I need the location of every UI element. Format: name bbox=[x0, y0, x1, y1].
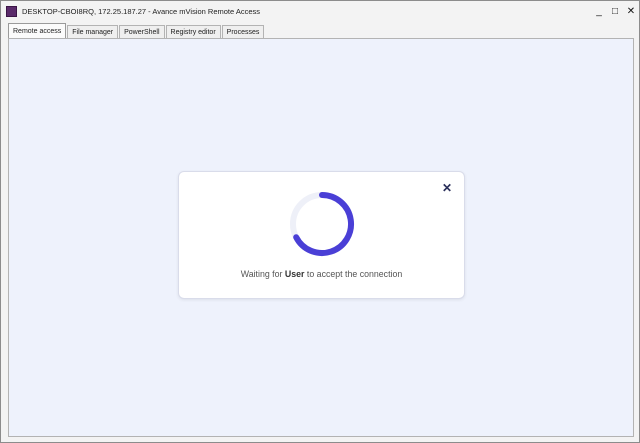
message-suffix: to accept the connection bbox=[304, 269, 403, 279]
message-prefix: Waiting for bbox=[240, 269, 285, 279]
loading-spinner-icon bbox=[290, 192, 354, 256]
maximize-button[interactable]: □ bbox=[607, 1, 623, 21]
tab-registry-editor[interactable]: Registry editor bbox=[165, 25, 221, 39]
tab-bar: Remote access File manager PowerShell Re… bbox=[8, 23, 265, 39]
remote-access-panel: ✕ Waiting for User to accept the connect… bbox=[8, 38, 634, 437]
app-icon bbox=[6, 5, 17, 17]
waiting-message: Waiting for User to accept the connectio… bbox=[179, 269, 464, 279]
close-icon[interactable]: ✕ bbox=[441, 181, 453, 195]
tab-file-manager[interactable]: File manager bbox=[67, 25, 119, 39]
connection-dialog: ✕ Waiting for User to accept the connect… bbox=[178, 171, 465, 299]
tab-powershell[interactable]: PowerShell bbox=[119, 25, 165, 39]
minimize-button[interactable]: _ bbox=[591, 1, 607, 21]
title-bar[interactable]: DESKTOP-CBOI8RQ, 172.25.187.27 - Avance … bbox=[1, 1, 639, 21]
window-controls: _ □ ✕ bbox=[591, 1, 639, 21]
tab-remote-access[interactable]: Remote access bbox=[8, 23, 67, 39]
message-user: User bbox=[284, 269, 305, 279]
window-title: DESKTOP-CBOI8RQ, 172.25.187.27 - Avance … bbox=[22, 6, 261, 16]
close-window-button[interactable]: ✕ bbox=[623, 1, 639, 21]
tab-processes[interactable]: Processes bbox=[221, 25, 265, 39]
app-window: DESKTOP-CBOI8RQ, 172.25.187.27 - Avance … bbox=[0, 0, 640, 443]
